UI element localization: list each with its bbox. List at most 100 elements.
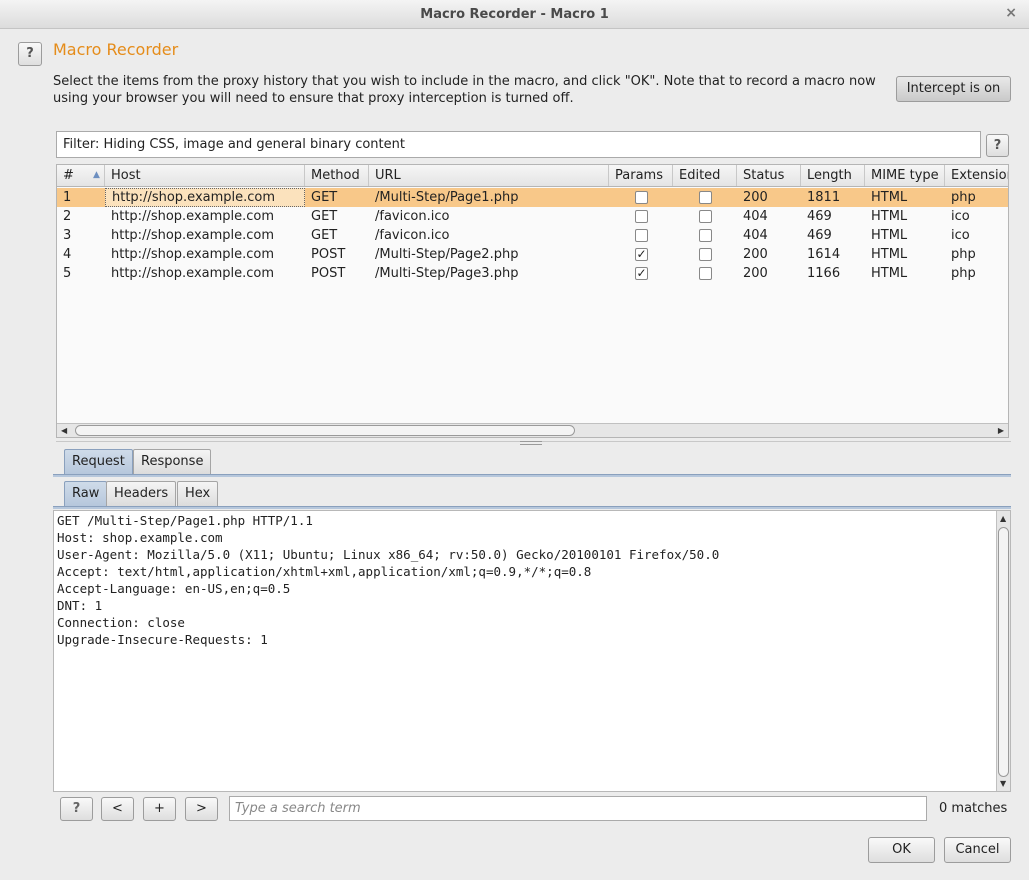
column-header-url[interactable]: URL — [369, 165, 609, 186]
params-checkbox[interactable] — [635, 229, 648, 242]
table-row[interactable]: 3 http://shop.example.com GET /favicon.i… — [57, 226, 1008, 245]
intercept-toggle-button[interactable]: Intercept is on — [896, 76, 1011, 102]
scroll-up-icon[interactable]: ▲ — [1000, 512, 1006, 525]
cell-mime-type: HTML — [871, 209, 908, 224]
column-header-method[interactable]: Method — [305, 165, 369, 186]
proxy-history-table: # ▲ Host Method URL Params Edited Status… — [56, 164, 1009, 438]
cell-num: 5 — [63, 266, 72, 281]
match-count: 0 matches — [939, 801, 1008, 816]
cell-url: /Multi-Step/Page2.php — [375, 247, 519, 262]
subtab-strip-divider — [53, 506, 1011, 509]
tab-request[interactable]: Request — [64, 449, 133, 475]
column-header-params[interactable]: Params — [609, 165, 673, 186]
cell-method: GET — [311, 228, 338, 243]
cell-extension: ico — [951, 228, 970, 243]
search-next-button[interactable]: > — [185, 797, 218, 821]
params-checkbox[interactable] — [635, 210, 648, 223]
filter-help-button[interactable]: ? — [986, 134, 1009, 157]
scrollbar-thumb[interactable] — [75, 425, 575, 436]
cell-status: 200 — [743, 266, 768, 281]
column-header-label: # — [63, 168, 74, 183]
cell-num: 4 — [63, 247, 72, 262]
vertical-scrollbar[interactable]: ▲ ▼ — [996, 511, 1010, 791]
column-header-length[interactable]: Length — [801, 165, 865, 186]
cell-status: 404 — [743, 209, 768, 224]
tab-response[interactable]: Response — [133, 449, 212, 475]
splitter-grip-icon[interactable] — [520, 441, 542, 445]
column-header-num[interactable]: # ▲ — [57, 165, 105, 186]
column-header-host[interactable]: Host — [105, 165, 305, 186]
cell-url: /favicon.ico — [375, 209, 450, 224]
cell-host: http://shop.example.com — [111, 228, 275, 243]
cell-num: 3 — [63, 228, 72, 243]
window-titlebar: Macro Recorder - Macro 1 × — [0, 0, 1029, 29]
column-header-edited[interactable]: Edited — [673, 165, 737, 186]
cell-url: /Multi-Step/Page1.php — [375, 190, 519, 205]
table-row[interactable]: 1 http://shop.example.com GET /Multi-Ste… — [57, 188, 1008, 207]
scroll-left-icon[interactable]: ◀ — [61, 424, 67, 437]
cell-mime-type: HTML — [871, 190, 908, 205]
table-row[interactable]: 4 http://shop.example.com POST /Multi-St… — [57, 245, 1008, 264]
description-text: Select the items from the proxy history … — [53, 74, 876, 106]
scroll-down-icon[interactable]: ▼ — [1000, 777, 1006, 790]
cell-status: 200 — [743, 247, 768, 262]
cell-method: GET — [311, 209, 338, 224]
cell-length: 1811 — [807, 190, 841, 205]
cell-extension: php — [951, 266, 976, 281]
cell-length: 1166 — [807, 266, 841, 281]
filter-bar[interactable]: Filter: Hiding CSS, image and general bi… — [56, 131, 981, 158]
params-checkbox[interactable] — [635, 191, 648, 204]
cancel-button[interactable]: Cancel — [944, 837, 1011, 863]
edited-checkbox[interactable] — [699, 191, 712, 204]
search-input[interactable] — [229, 796, 927, 821]
cell-host: http://shop.example.com — [111, 266, 275, 281]
cell-url: /Multi-Step/Page3.php — [375, 266, 519, 281]
cell-extension: php — [951, 190, 976, 205]
raw-request-text[interactable]: GET /Multi-Step/Page1.php HTTP/1.1 Host:… — [57, 512, 719, 648]
tab-raw[interactable]: Raw — [64, 481, 108, 507]
cell-status: 200 — [743, 190, 768, 205]
tab-headers[interactable]: Headers — [106, 481, 177, 507]
edited-checkbox[interactable] — [699, 229, 712, 242]
horizontal-scrollbar[interactable]: ◀ ▶ — [57, 423, 1008, 437]
tab-hex[interactable]: Hex — [177, 481, 219, 507]
tab-strip-divider — [53, 474, 1011, 477]
cell-url: /favicon.ico — [375, 228, 450, 243]
cell-mime-type: HTML — [871, 247, 908, 262]
ok-button[interactable]: OK — [868, 837, 935, 863]
params-checkbox[interactable]: ✓ — [635, 248, 648, 261]
search-prev-button[interactable]: < — [101, 797, 134, 821]
sort-ascending-icon: ▲ — [93, 170, 100, 180]
search-add-button[interactable]: + — [143, 797, 176, 821]
window-title: Macro Recorder - Macro 1 — [420, 7, 609, 22]
column-header-mime-type[interactable]: MIME type — [865, 165, 945, 186]
edited-checkbox[interactable] — [699, 248, 712, 261]
cell-method: POST — [311, 247, 346, 262]
edited-checkbox[interactable] — [699, 267, 712, 280]
scrollbar-thumb[interactable] — [998, 527, 1009, 777]
cell-extension: php — [951, 247, 976, 262]
cell-host: http://shop.example.com — [111, 209, 275, 224]
cell-status: 404 — [743, 228, 768, 243]
cell-length: 469 — [807, 209, 832, 224]
cell-host: http://shop.example.com — [111, 247, 275, 262]
cell-mime-type: HTML — [871, 228, 908, 243]
edited-checkbox[interactable] — [699, 210, 712, 223]
search-help-button[interactable]: ? — [60, 797, 93, 821]
cell-length: 1614 — [807, 247, 841, 262]
scroll-right-icon[interactable]: ▶ — [998, 424, 1004, 437]
table-row[interactable]: 2 http://shop.example.com GET /favicon.i… — [57, 207, 1008, 226]
params-checkbox[interactable]: ✓ — [635, 267, 648, 280]
cell-method: GET — [311, 190, 338, 205]
column-header-status[interactable]: Status — [737, 165, 801, 186]
cell-num: 2 — [63, 209, 72, 224]
table-row[interactable]: 5 http://shop.example.com POST /Multi-St… — [57, 264, 1008, 283]
help-button[interactable]: ? — [18, 42, 42, 66]
table-header: # ▲ Host Method URL Params Edited Status… — [57, 165, 1008, 187]
request-editor[interactable]: GET /Multi-Step/Page1.php HTTP/1.1 Host:… — [53, 510, 1011, 792]
cell-method: POST — [311, 266, 346, 281]
close-icon[interactable]: × — [1005, 0, 1017, 27]
cell-length: 469 — [807, 228, 832, 243]
page-title: Macro Recorder — [53, 40, 179, 59]
column-header-extension[interactable]: Extension — [945, 165, 1008, 186]
